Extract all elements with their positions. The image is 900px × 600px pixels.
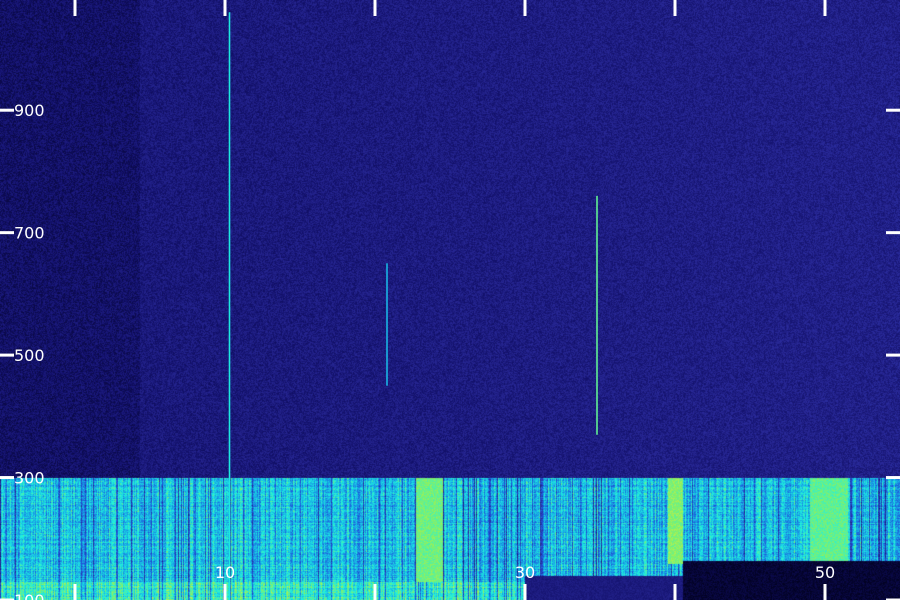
x-tick-label-3: 30: [515, 563, 535, 582]
spectrogram-chart: 10 30 50 100 300 500 700 900: [0, 0, 900, 600]
x-tick-label-1: 10: [215, 563, 235, 582]
y-tick-label-0: 100: [14, 591, 45, 600]
y-tick-label-4: 900: [14, 101, 45, 120]
y-tick-label-2: 500: [14, 346, 45, 365]
y-tick-label-1: 300: [14, 469, 45, 488]
axes-overlay: 10 30 50 100 300 500 700 900: [0, 0, 900, 600]
x-tick-label-5: 50: [815, 563, 835, 582]
y-tick-label-3: 700: [14, 224, 45, 243]
